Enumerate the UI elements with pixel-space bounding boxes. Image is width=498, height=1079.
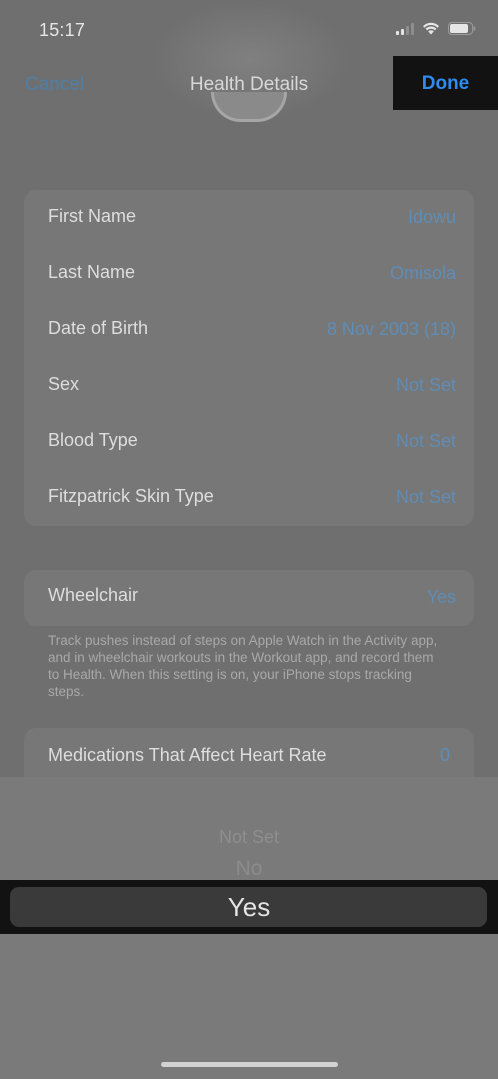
picker-option-no[interactable]: No	[0, 857, 498, 881]
row-value: Not Set	[395, 431, 456, 451]
wheelchair-footer: Track pushes instead of steps on Apple W…	[48, 633, 438, 699]
row-label: Fitzpatrick Skin Type	[48, 486, 214, 506]
screen: 15:17 Cancel Health Details Done First N…	[0, 0, 498, 1079]
row-value: 8 Nov 2003 (18)	[326, 319, 456, 339]
row-sex[interactable]: Sex Not Set	[24, 358, 474, 414]
row-value: Idowu	[407, 207, 456, 227]
row-first-name[interactable]: First Name Idowu	[24, 190, 474, 246]
row-medications[interactable]: Medications That Affect Heart Rate 0	[24, 728, 474, 784]
row-date-of-birth[interactable]: Date of Birth 8 Nov 2003 (18)	[24, 302, 474, 358]
picker[interactable]: Not Set No Yes	[0, 777, 498, 1079]
row-label: Sex	[48, 374, 80, 394]
status-time: 15:17	[39, 20, 86, 40]
picker-option-not-set[interactable]: Not Set	[0, 827, 498, 848]
row-value: Not Set	[395, 375, 456, 395]
wifi-icon	[422, 22, 440, 35]
picker-option-yes[interactable]: Yes	[0, 892, 498, 923]
row-value: Omisola	[389, 263, 456, 283]
row-label: Last Name	[48, 262, 136, 282]
status-bar: 15:17	[0, 0, 498, 60]
row-blood-type[interactable]: Blood Type Not Set	[24, 414, 474, 470]
row-last-name[interactable]: Last Name Omisola	[24, 246, 474, 302]
details-group: First Name Idowu Last Name Omisola Date …	[24, 190, 474, 526]
row-label: Date of Birth	[48, 318, 149, 338]
wheelchair-group: Wheelchair Yes	[24, 570, 474, 626]
battery-icon	[448, 22, 476, 35]
row-wheelchair[interactable]: Wheelchair Yes	[24, 570, 474, 626]
row-value: Yes	[426, 587, 456, 607]
row-value: 0	[439, 745, 450, 765]
row-label: Wheelchair	[48, 585, 139, 605]
done-button[interactable]: Done	[393, 56, 498, 110]
row-value: Not Set	[395, 487, 456, 507]
row-label: Medications That Affect Heart Rate	[48, 745, 327, 765]
signal-icon	[396, 22, 414, 35]
row-label: First Name	[48, 206, 137, 226]
row-skin-type[interactable]: Fitzpatrick Skin Type Not Set	[24, 470, 474, 526]
row-label: Blood Type	[48, 430, 138, 450]
status-icons	[396, 22, 476, 35]
home-indicator[interactable]	[161, 1062, 338, 1067]
